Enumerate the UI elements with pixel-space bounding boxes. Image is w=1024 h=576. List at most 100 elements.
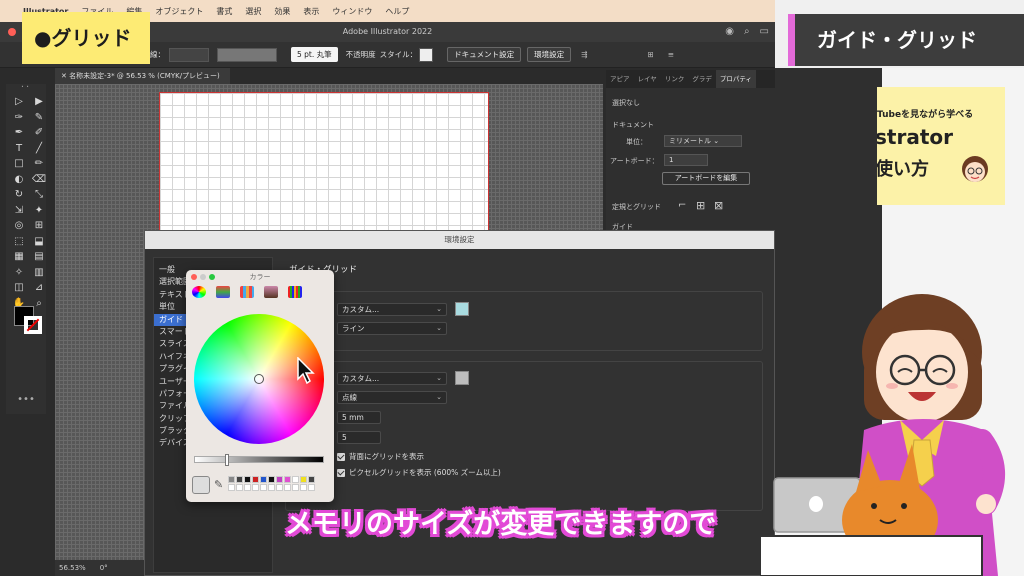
align-icon[interactable]: ⇶ <box>581 50 587 59</box>
close-tab-icon[interactable]: ✕ <box>61 72 69 80</box>
tab-gradient[interactable]: グラデ <box>688 70 716 88</box>
user-icon[interactable]: ◉ <box>725 22 734 42</box>
color-swatch-21[interactable] <box>300 484 307 491</box>
tool-icon-14[interactable]: ⤡ <box>31 187 47 203</box>
tool-icon-10[interactable]: ✏ <box>31 156 47 172</box>
ruler-icon[interactable]: ⌐ <box>678 200 686 211</box>
tool-icon-12[interactable]: ⌫ <box>31 172 47 188</box>
tool-icon-25[interactable]: ◫ <box>11 280 27 296</box>
color-swatch-13[interactable] <box>236 484 243 491</box>
search-icon[interactable]: ⌕ <box>744 22 750 42</box>
grids-in-back-checkbox[interactable]: 背面にグリッドを表示 <box>337 451 424 462</box>
color-swatch-3[interactable] <box>244 476 251 483</box>
workspace-icon[interactable]: ▭ <box>760 22 769 42</box>
pencils-icon[interactable] <box>288 286 302 298</box>
zoom-level[interactable]: 56.53% <box>59 560 86 576</box>
menu-effect[interactable]: 効果 <box>274 6 290 17</box>
brightness-slider-knob[interactable] <box>225 454 229 466</box>
color-swatch-14[interactable] <box>244 484 251 491</box>
menu-type[interactable]: 書式 <box>216 6 232 17</box>
color-wheel-target[interactable] <box>254 374 264 384</box>
tool-icon-3[interactable]: ✑ <box>11 110 27 126</box>
gridline-every-field[interactable]: 5 mm <box>337 411 381 424</box>
sliders-icon[interactable] <box>216 286 230 298</box>
image-palettes-icon[interactable] <box>264 286 278 298</box>
tool-icon-6[interactable]: ✐ <box>31 125 47 141</box>
color-swatch-1[interactable] <box>228 476 235 483</box>
color-swatch-4[interactable] <box>252 476 259 483</box>
style-swatch[interactable] <box>419 47 434 62</box>
close-window-button[interactable] <box>8 28 16 36</box>
color-swatch-7[interactable] <box>276 476 283 483</box>
panel-grip[interactable]: ·· <box>6 83 46 94</box>
tool-icon-8[interactable]: ╱ <box>31 141 47 157</box>
grid-color-select[interactable]: カスタム... ⌄ <box>337 372 447 385</box>
tool-icon-24[interactable]: ▥ <box>31 265 47 281</box>
guide-style-select[interactable]: ライン ⌄ <box>337 322 447 335</box>
color-swatch-17[interactable] <box>268 484 275 491</box>
artboard[interactable] <box>159 92 489 232</box>
color-swatch-22[interactable] <box>308 484 315 491</box>
tool-icon-7[interactable]: T <box>11 141 27 157</box>
tool-icon-19[interactable]: ⬚ <box>11 234 27 250</box>
close-button[interactable] <box>191 274 197 280</box>
color-swatch-2[interactable] <box>236 476 243 483</box>
subdivisions-field[interactable]: 5 <box>337 431 381 444</box>
tool-icon-4[interactable]: ✎ <box>31 110 47 126</box>
rotation-value[interactable]: 0° <box>100 560 108 576</box>
color-swatch-10[interactable] <box>300 476 307 483</box>
current-color-well[interactable] <box>192 476 210 494</box>
tab-properties[interactable]: プロパティ <box>715 70 756 88</box>
color-swatch-12[interactable] <box>228 484 235 491</box>
tool-icon-1[interactable]: ▷ <box>11 94 27 110</box>
document-tab[interactable]: ✕ 名称未設定-3* @ 56.53 % (CMYK/プレビュー) <box>55 68 230 84</box>
stroke-weight-field[interactable] <box>169 47 209 62</box>
color-swatch-6[interactable] <box>268 476 275 483</box>
variable-width-profile[interactable] <box>217 47 277 62</box>
tool-icon-13[interactable]: ↻ <box>11 187 27 203</box>
color-wheel-icon[interactable] <box>192 286 206 298</box>
document-setup-button[interactable]: ドキュメント設定 <box>447 47 522 62</box>
tool-icon-17[interactable]: ◎ <box>11 218 27 234</box>
eyedropper-icon[interactable]: ✎ <box>214 478 223 491</box>
tab-appearance[interactable]: アピア <box>606 70 634 88</box>
color-swatch-16[interactable] <box>260 484 267 491</box>
stroke-swatch[interactable] <box>24 316 42 334</box>
artboard-number[interactable]: 1 <box>664 154 708 166</box>
tab-layers[interactable]: レイヤ <box>634 70 661 88</box>
color-swatch-18[interactable] <box>276 484 283 491</box>
edit-artboards-button[interactable]: アートボードを編集 <box>662 172 750 185</box>
guide-color-select[interactable]: カスタム... ⌄ <box>337 303 447 316</box>
tool-icon-15[interactable]: ⇲ <box>11 203 27 219</box>
fill-stroke-control[interactable] <box>14 306 44 336</box>
menu-object[interactable]: オブジェクト <box>155 6 203 17</box>
zoom-button[interactable] <box>209 274 215 280</box>
opacity-label[interactable]: 不透明度 <box>346 49 376 60</box>
grid-icon[interactable]: ⊞ <box>696 199 705 212</box>
color-swatch-15[interactable] <box>252 484 259 491</box>
tool-icon-2[interactable]: ▶ <box>31 94 47 110</box>
menu-select[interactable]: 選択 <box>245 6 261 17</box>
tool-icon-23[interactable]: ✧ <box>11 265 27 281</box>
color-swatch-5[interactable] <box>260 476 267 483</box>
tool-icon-16[interactable]: ✦ <box>31 203 47 219</box>
tool-icon-21[interactable]: ▦ <box>11 249 27 265</box>
transparency-grid-icon[interactable]: ⊠ <box>714 199 723 212</box>
panel-menu-icon[interactable]: ≡ <box>668 50 674 59</box>
transform-icon[interactable]: ⊞ <box>647 50 653 59</box>
guide-color-swatch[interactable] <box>455 302 469 316</box>
color-swatch-9[interactable] <box>292 476 299 483</box>
grid-color-swatch[interactable] <box>455 371 469 385</box>
edit-toolbar-icon[interactable]: ••• <box>6 394 46 405</box>
tool-icon-18[interactable]: ⊞ <box>31 218 47 234</box>
brightness-slider[interactable] <box>194 454 324 466</box>
color-swatch-20[interactable] <box>292 484 299 491</box>
grid-style-select[interactable]: 点線 ⌄ <box>337 391 447 404</box>
palettes-icon[interactable] <box>240 286 254 298</box>
tool-icon-26[interactable]: ⊿ <box>31 280 47 296</box>
tool-icon-5[interactable]: ✒ <box>11 125 27 141</box>
menu-help[interactable]: ヘルプ <box>385 6 409 17</box>
color-swatch-11[interactable] <box>308 476 315 483</box>
menu-view[interactable]: 表示 <box>303 6 319 17</box>
minimize-button[interactable] <box>200 274 206 280</box>
